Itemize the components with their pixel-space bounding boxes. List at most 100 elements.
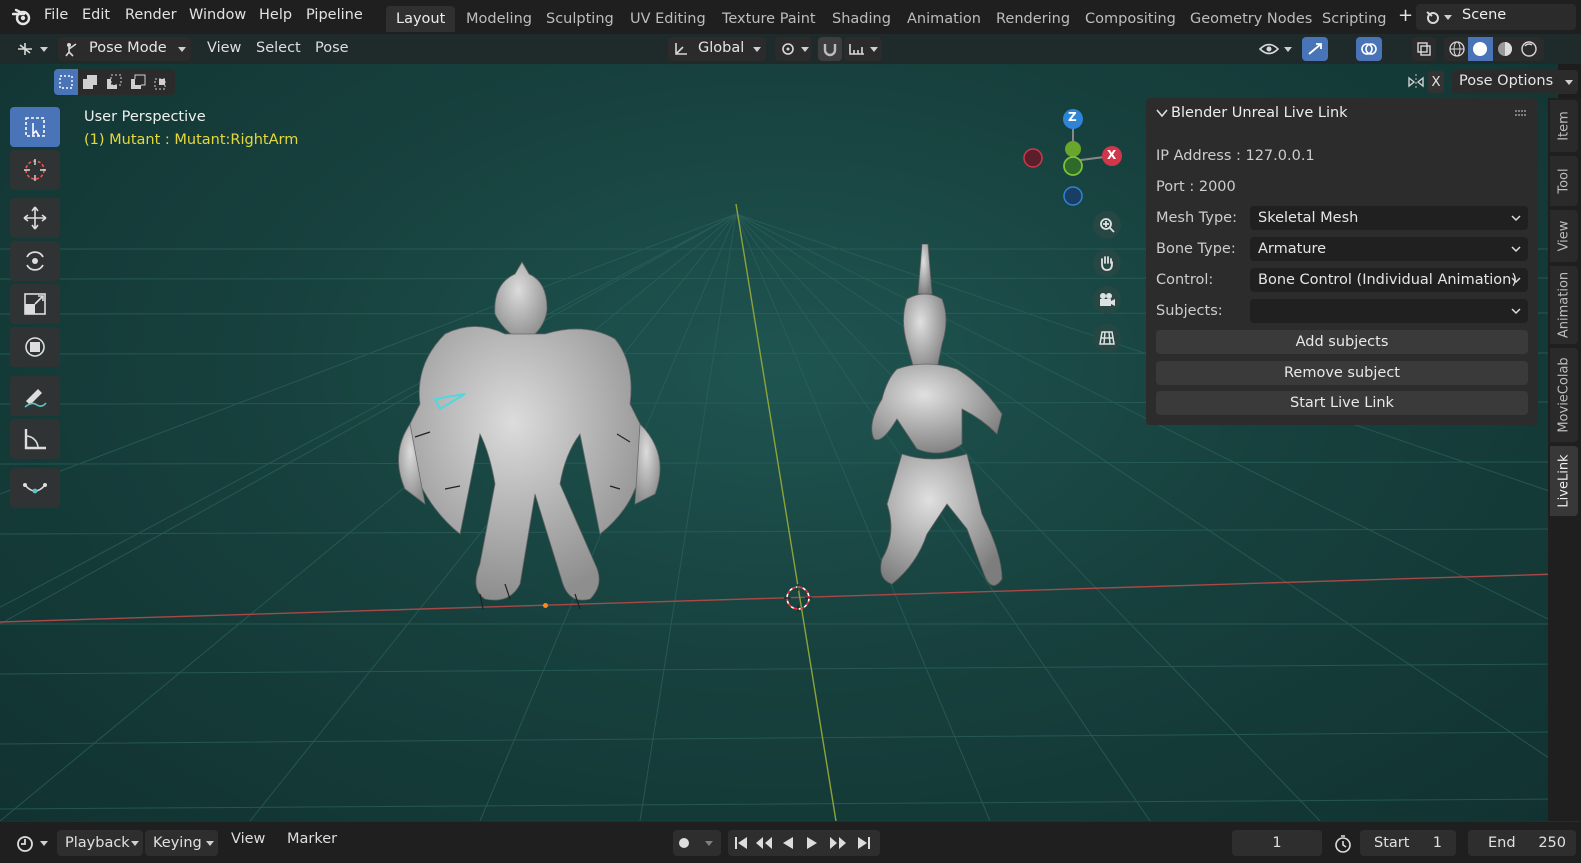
overlays-toggle[interactable] (1356, 37, 1382, 61)
playback-menu[interactable]: Playback (57, 830, 143, 856)
editor-type-selector[interactable] (12, 37, 50, 61)
orientation-label: Global (698, 40, 745, 56)
tool-annotate[interactable] (10, 376, 60, 416)
blender-logo-icon[interactable] (12, 8, 32, 26)
menu-help[interactable]: Help (259, 7, 292, 23)
tab-layout[interactable]: Layout (386, 6, 456, 32)
tab-rendering[interactable]: Rendering (986, 6, 1080, 32)
chevron-down-icon (801, 47, 809, 52)
panel-header[interactable]: Blender Unreal Live Link (1146, 98, 1538, 130)
pan-button[interactable] (1093, 249, 1121, 277)
mutant-character-model[interactable] (385, 254, 675, 624)
camera-view-button[interactable] (1093, 286, 1121, 314)
menu-render[interactable]: Render (125, 7, 177, 23)
snap-toggle[interactable] (818, 37, 842, 61)
mirror-icon[interactable] (1406, 72, 1426, 92)
solid-shading-button[interactable] (1468, 37, 1493, 61)
tool-transform[interactable] (10, 327, 60, 367)
sidetab-tool[interactable]: Tool (1550, 156, 1578, 206)
select-new-button[interactable] (54, 69, 78, 95)
zoom-button[interactable] (1093, 211, 1121, 239)
mode-selector[interactable]: Pose Mode (58, 37, 191, 61)
start-frame-field[interactable]: Start 1 (1360, 830, 1456, 856)
select-difference-icon[interactable] (130, 74, 146, 90)
drag-handle-icon[interactable] (1514, 109, 1528, 117)
timeline-marker-menu[interactable]: Marker (287, 831, 337, 847)
tool-select-box[interactable] (10, 107, 60, 147)
old-man-character-model[interactable] (862, 244, 1022, 624)
tab-geometry-nodes[interactable]: Geometry Nodes (1180, 6, 1322, 32)
tab-sculpting[interactable]: Sculpting (536, 6, 624, 32)
tab-uv-editing[interactable]: UV Editing (620, 6, 716, 32)
sidetab-item[interactable]: Item (1550, 100, 1578, 152)
subjects-dropdown[interactable] (1250, 299, 1528, 323)
sidetab-moviecolab[interactable]: MovieColab (1550, 348, 1578, 442)
control-dropdown[interactable]: Bone Control (Individual Animation) (1250, 268, 1528, 292)
tab-modeling[interactable]: Modeling (456, 6, 542, 32)
menu-file[interactable]: File (44, 7, 68, 23)
tool-cursor[interactable] (10, 150, 60, 190)
sidetab-view[interactable]: View (1550, 210, 1578, 262)
start-live-link-button[interactable]: Start Live Link (1156, 391, 1528, 415)
bone-type-dropdown[interactable]: Armature (1250, 237, 1528, 261)
jump-to-keyframe-back-icon[interactable] (755, 836, 773, 850)
scene-selector[interactable]: Scene (1416, 4, 1576, 30)
tab-compositing[interactable]: Compositing (1075, 6, 1186, 32)
pivot-point-selector[interactable] (775, 37, 811, 61)
keying-menu[interactable]: Keying (145, 830, 218, 856)
play-reverse-icon[interactable] (781, 836, 795, 850)
transform-orientation-selector[interactable]: Global (668, 37, 766, 61)
snap-target-selector[interactable] (844, 37, 882, 61)
add-workspace-button[interactable]: + (1398, 5, 1413, 26)
timeline-editor-type[interactable] (12, 830, 48, 856)
end-frame-field[interactable]: End 250 (1468, 830, 1576, 856)
projection-toggle-button[interactable] (1093, 324, 1121, 352)
pose-options-dropdown[interactable]: Pose Options (1452, 70, 1578, 94)
visibility-selector[interactable] (1256, 37, 1296, 61)
menu-view[interactable]: View (207, 40, 241, 56)
tab-texture-paint[interactable]: Texture Paint (712, 6, 826, 32)
x-axis-line (0, 573, 1558, 623)
menu-select[interactable]: Select (256, 40, 301, 56)
tab-scripting[interactable]: Scripting (1312, 6, 1396, 32)
tool-scale[interactable] (10, 284, 60, 324)
current-frame-field[interactable]: 1 (1232, 830, 1322, 856)
play-icon[interactable] (805, 836, 819, 850)
scene-name[interactable]: Scene (1462, 7, 1506, 23)
gizmo-toggle[interactable] (1302, 37, 1328, 61)
mirror-x-toggle[interactable]: X (1428, 71, 1444, 93)
jump-to-keyframe-forward-icon[interactable] (829, 836, 847, 850)
sidetab-animation[interactable]: Animation (1550, 266, 1578, 344)
material-shading-icon[interactable] (1496, 40, 1514, 58)
tab-shading[interactable]: Shading (822, 6, 901, 32)
menu-edit[interactable]: Edit (82, 7, 110, 23)
add-subjects-button[interactable]: Add subjects (1156, 330, 1528, 354)
3d-cursor-icon[interactable] (782, 582, 814, 614)
mesh-type-dropdown[interactable]: Skeletal Mesh (1250, 206, 1528, 230)
rendered-shading-icon[interactable] (1520, 40, 1538, 58)
use-preview-range-toggle[interactable] (1330, 830, 1356, 856)
hand-icon (1101, 256, 1113, 271)
start-value: 1 (1432, 835, 1442, 851)
remove-subject-button[interactable]: Remove subject (1156, 361, 1528, 385)
wireframe-shading-icon[interactable] (1448, 40, 1466, 58)
jump-to-end-icon[interactable] (856, 836, 872, 850)
menu-window[interactable]: Window (189, 7, 246, 23)
tool-rotate[interactable] (10, 241, 60, 281)
timeline-view-menu[interactable]: View (231, 831, 265, 847)
tool-bone-envelope[interactable] (10, 468, 60, 508)
record-button[interactable] (673, 830, 721, 856)
jump-to-start-icon[interactable] (733, 836, 749, 850)
sidetab-livelink[interactable]: LiveLink (1550, 446, 1578, 516)
select-extend-icon[interactable] (82, 74, 98, 90)
chevron-down-icon (131, 841, 139, 846)
tool-move[interactable] (10, 198, 60, 238)
select-intersect-icon[interactable] (154, 74, 170, 90)
xray-toggle[interactable] (1412, 37, 1436, 61)
menu-pose[interactable]: Pose (315, 40, 349, 56)
select-subtract-icon[interactable] (106, 74, 122, 90)
tab-animation[interactable]: Animation (897, 6, 991, 32)
measure-icon (24, 429, 46, 450)
menu-pipeline[interactable]: Pipeline (306, 7, 363, 23)
tool-measure[interactable] (10, 419, 60, 459)
